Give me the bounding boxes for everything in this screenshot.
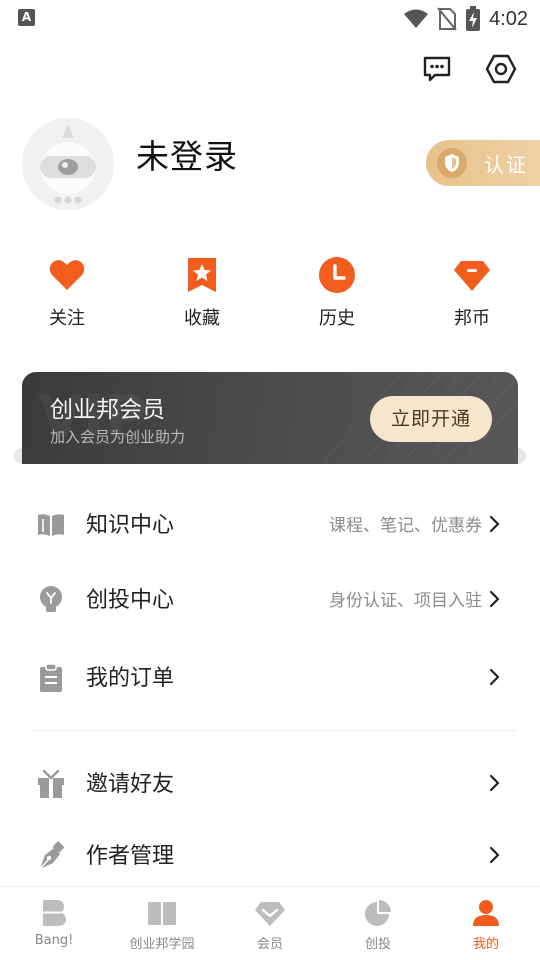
gift-icon xyxy=(38,769,64,798)
status-bar: A 4:02 xyxy=(0,0,540,38)
book-icon xyxy=(38,514,64,536)
status-icons: 4:02 xyxy=(403,6,528,32)
menu-author-management[interactable]: 作者管理 xyxy=(0,823,540,887)
keyboard-indicator-icon: A xyxy=(18,9,35,26)
quick-favorites[interactable]: 收藏 xyxy=(157,256,247,336)
menu-divider xyxy=(30,730,516,731)
bang-logo-icon xyxy=(43,900,66,926)
robot-avatar-icon xyxy=(40,124,96,204)
no-sim-icon xyxy=(437,7,457,31)
settings-icon xyxy=(485,54,517,84)
menu-venture-center-title: 创投中心 xyxy=(86,588,175,613)
nav-mine[interactable]: 我的 xyxy=(432,887,540,960)
shield-icon xyxy=(437,148,467,178)
pen-icon xyxy=(39,841,64,870)
pie-chart-icon xyxy=(365,900,391,926)
quick-coins[interactable]: 邦币 xyxy=(427,256,517,336)
clipboard-icon xyxy=(40,663,62,692)
chevron-right-icon xyxy=(489,515,500,533)
avatar[interactable] xyxy=(22,118,114,210)
chevron-right-icon xyxy=(489,668,500,686)
quick-favorites-label: 收藏 xyxy=(184,308,220,329)
nav-membership-label: 会员 xyxy=(256,937,283,952)
menu-knowledge-center[interactable]: 知识中心 课程、笔记、优惠券 xyxy=(0,492,540,556)
nav-bang-label: Bang! xyxy=(34,933,74,948)
chevron-right-icon xyxy=(489,846,500,864)
person-icon xyxy=(473,900,499,926)
settings-button[interactable] xyxy=(482,50,520,88)
quick-follow-label: 关注 xyxy=(49,308,85,329)
message-button[interactable] xyxy=(418,50,456,88)
quick-coins-label: 邦币 xyxy=(454,308,490,329)
vip-title: 创业邦会员 xyxy=(50,397,165,423)
vip-subtitle: 加入会员为创业助力 xyxy=(50,428,186,446)
open-book-icon xyxy=(148,902,176,925)
quick-actions: 关注 收藏 历史 邦币 xyxy=(0,256,540,336)
quick-history[interactable]: 历史 xyxy=(292,256,382,336)
gem-coin-icon xyxy=(454,261,490,291)
nav-bang[interactable]: Bang! xyxy=(0,887,108,960)
quick-follow[interactable]: 关注 xyxy=(22,256,112,336)
diamond-icon xyxy=(255,902,285,926)
quick-history-label: 历史 xyxy=(319,308,355,329)
wifi-icon xyxy=(404,9,429,28)
menu-my-orders-title: 我的订单 xyxy=(86,666,175,691)
menu-invite-friends-title: 邀请好友 xyxy=(86,772,175,797)
chevron-right-icon xyxy=(489,590,500,608)
bottom-nav: Bang! 创业邦学园 会员 创投 我的 xyxy=(0,886,540,960)
nav-academy[interactable]: 创业邦学园 xyxy=(108,887,216,960)
vip-open-button[interactable]: 立即开通 xyxy=(370,396,492,442)
verify-button[interactable]: 认证 xyxy=(426,140,540,186)
nav-venture[interactable]: 创投 xyxy=(324,887,432,960)
clock-icon xyxy=(319,257,355,293)
bookmark-star-icon xyxy=(188,258,216,292)
nav-academy-label: 创业邦学园 xyxy=(129,937,195,952)
vip-banner[interactable]: VIP 创业邦会员 加入会员为创业助力 立即开通 xyxy=(22,372,518,464)
menu-my-orders[interactable]: 我的订单 xyxy=(0,645,540,709)
menu-knowledge-center-title: 知识中心 xyxy=(86,513,175,538)
menu-knowledge-center-subtitle: 课程、笔记、优惠券 xyxy=(329,516,482,536)
nav-mine-label: 我的 xyxy=(472,937,499,952)
menu-venture-center[interactable]: 创投中心 身份认证、项目入驻 xyxy=(0,567,540,631)
message-icon xyxy=(423,56,451,82)
menu-invite-friends[interactable]: 邀请好友 xyxy=(0,751,540,815)
chevron-right-icon xyxy=(489,774,500,792)
status-time: 4:02 xyxy=(489,7,528,30)
nav-venture-label: 创投 xyxy=(364,937,391,952)
menu-author-management-title: 作者管理 xyxy=(86,844,175,869)
battery-charging-icon xyxy=(466,6,481,31)
menu-venture-center-subtitle: 身份认证、项目入驻 xyxy=(329,591,482,611)
verify-label: 认证 xyxy=(484,152,528,177)
username[interactable]: 未登录 xyxy=(136,130,238,178)
nav-membership[interactable]: 会员 xyxy=(216,887,324,960)
bulb-icon xyxy=(40,586,62,612)
heart-icon xyxy=(49,260,85,290)
